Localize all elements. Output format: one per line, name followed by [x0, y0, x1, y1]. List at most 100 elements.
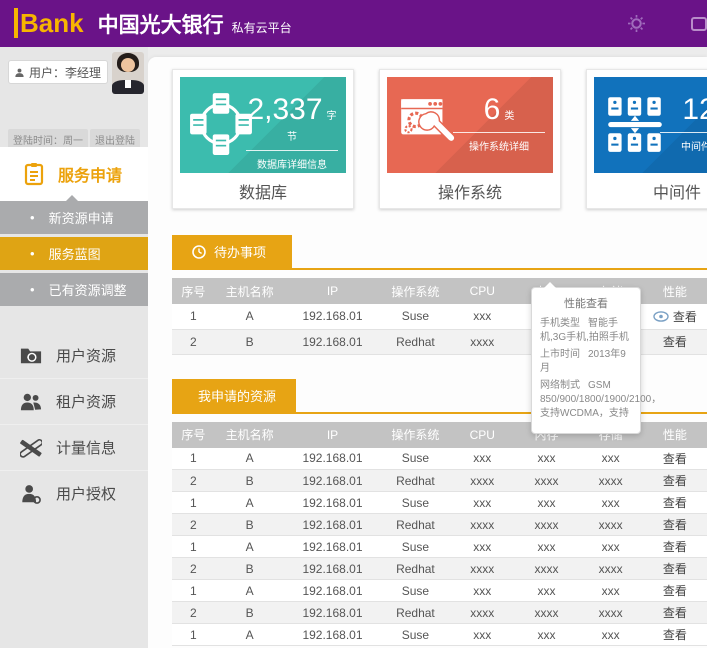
cell-ip: 192.168.01 — [284, 624, 380, 646]
cell-storage: xxxx — [579, 470, 643, 492]
cell-cpu: xxx — [450, 624, 514, 646]
sidebar-item-tenant-resources[interactable]: 租户资源 — [0, 378, 148, 424]
table-row: 1 A 192.168.01 Suse xxx xxx xxx 查看 — [172, 536, 707, 558]
cell-storage: xxx — [579, 536, 643, 558]
bank-name: 中国光大银行 — [98, 9, 224, 39]
bullet-icon: • — [30, 246, 35, 261]
view-link[interactable]: 查看 — [663, 450, 687, 467]
cell-os: Suse — [381, 448, 451, 470]
cell-ip: 192.168.01 — [284, 304, 380, 329]
os-caption-link[interactable]: 操作系统详细 — [451, 138, 547, 153]
user-chip: 用户：李经理 — [8, 60, 108, 84]
sidebar-item-adjust-existing-resource[interactable]: • 已有资源调整 — [0, 273, 148, 306]
view-link[interactable]: 查看 — [663, 604, 687, 621]
tab-todo[interactable]: 待办事项 — [172, 235, 292, 268]
sidebar-item-label: 计量信息 — [56, 437, 116, 458]
sidebar-item-service-request[interactable]: 服务申请 — [0, 147, 148, 201]
cell-perf: 查看 — [643, 304, 707, 329]
cell-num: 1 — [172, 580, 215, 602]
cell-storage: xxxx — [579, 602, 643, 624]
tooltip-line: 网络制式GSM 850/900/1800/1900/2100，支持WCDMA，支… — [540, 379, 632, 421]
service-request-icon — [22, 162, 46, 186]
submenu-label: 已有资源调整 — [49, 280, 127, 299]
view-link[interactable]: 查看 — [663, 494, 687, 511]
table-row: 2 B 192.168.01 Redhat xxxx xxxx xxxx 查看 — [172, 470, 707, 492]
sidebar-item-user-resources[interactable]: 用户资源 — [0, 332, 148, 378]
cell-perf: 查看 — [643, 492, 707, 514]
middleware-caption-link[interactable]: 中间件详细 — [658, 138, 707, 153]
sidebar-item-service-blueprint[interactable]: • 服务蓝图 — [0, 237, 148, 270]
top-header-bar: Bank 中国光大银行 私有云平台 — [0, 0, 707, 47]
cell-cpu: xxxx — [450, 602, 514, 624]
cell-os: Redhat — [381, 558, 451, 580]
card-database[interactable]: 2,337字节 数据库详细信息 数据库 — [172, 69, 354, 209]
cell-cpu: xxx — [450, 448, 514, 470]
tab-my-resources[interactable]: 我申请的资源 — [172, 379, 296, 412]
col-os: 操作系统 — [381, 422, 451, 448]
tooltip-title: 性能查看 — [540, 295, 632, 311]
cell-host: B — [215, 602, 285, 624]
cell-num: 1 — [172, 304, 215, 329]
cell-ip: 192.168.01 — [284, 492, 380, 514]
cell-num: 2 — [172, 329, 215, 354]
sidebar-item-metering-info[interactable]: 计量信息 — [0, 424, 148, 470]
cell-cpu: xxxx — [450, 470, 514, 492]
col-ip: IP — [284, 422, 380, 448]
cell-mem: xxxx — [514, 470, 578, 492]
cell-perf: 查看 — [643, 602, 707, 624]
tooltip-line: 上市时间2013年9月 — [540, 348, 632, 376]
cell-num: 1 — [172, 492, 215, 514]
cell-perf: 查看 — [643, 470, 707, 492]
cell-num: 2 — [172, 602, 215, 624]
view-link[interactable]: 查看 — [663, 538, 687, 555]
folder-icon — [20, 344, 42, 366]
view-link-label: 查看 — [673, 308, 697, 325]
message-icon[interactable] — [691, 17, 707, 31]
card-database-label: 数据库 — [180, 173, 346, 201]
cell-num: 2 — [172, 514, 215, 536]
cell-mem: xxx — [514, 448, 578, 470]
view-link[interactable]: 查看 — [663, 516, 687, 533]
cell-storage: xxx — [579, 492, 643, 514]
bullet-icon: • — [30, 282, 35, 297]
sidebar-item-label: 用户授权 — [56, 483, 116, 504]
card-middleware[interactable]: 12类 中间件详细 中间件 — [586, 69, 707, 209]
cell-storage: xxx — [579, 448, 643, 470]
cell-cpu: xxxx — [450, 558, 514, 580]
cell-ip: 192.168.01 — [284, 558, 380, 580]
submenu-label: 服务蓝图 — [49, 244, 101, 263]
cell-mem: xxxx — [514, 558, 578, 580]
card-os[interactable]: 6类 操作系统详细 操作系统 — [379, 69, 561, 209]
view-link[interactable]: 查看 — [653, 308, 697, 325]
cell-host: B — [215, 514, 285, 536]
clock-icon — [192, 245, 206, 259]
sidebar-item-new-resource-request[interactable]: • 新资源申请 — [0, 201, 148, 234]
os-unit: 类 — [504, 111, 514, 122]
database-caption-link[interactable]: 数据库详细信息 — [244, 156, 340, 171]
bullet-icon: • — [30, 210, 35, 225]
cell-perf: 查看 — [643, 558, 707, 580]
view-link[interactable]: 查看 — [663, 560, 687, 577]
cell-mem: xxx — [514, 624, 578, 646]
view-link[interactable]: 查看 — [663, 582, 687, 599]
col-host: 主机名称 — [215, 422, 285, 448]
view-link[interactable]: 查看 — [663, 472, 687, 489]
view-link-label: 查看 — [663, 333, 687, 350]
cell-ip: 192.168.01 — [284, 536, 380, 558]
sidebar-item-user-authorization[interactable]: 用户授权 — [0, 470, 148, 516]
cell-ip: 192.168.01 — [284, 329, 380, 354]
cell-ip: 192.168.01 — [284, 448, 380, 470]
col-perf: 性能 — [643, 422, 707, 448]
view-link[interactable]: 查看 — [663, 626, 687, 643]
view-link[interactable]: 查看 — [663, 333, 687, 350]
cell-num: 1 — [172, 624, 215, 646]
cell-storage: xxxx — [579, 558, 643, 580]
cell-num: 2 — [172, 470, 215, 492]
cell-perf: 查看 — [643, 536, 707, 558]
user-name-label: 用户：李经理 — [29, 64, 101, 81]
cell-os: Suse — [381, 624, 451, 646]
settings-gear-icon[interactable] — [628, 15, 645, 32]
cell-ip: 192.168.01 — [284, 514, 380, 536]
user-badge-icon — [20, 483, 42, 505]
cell-os: Redhat — [381, 602, 451, 624]
